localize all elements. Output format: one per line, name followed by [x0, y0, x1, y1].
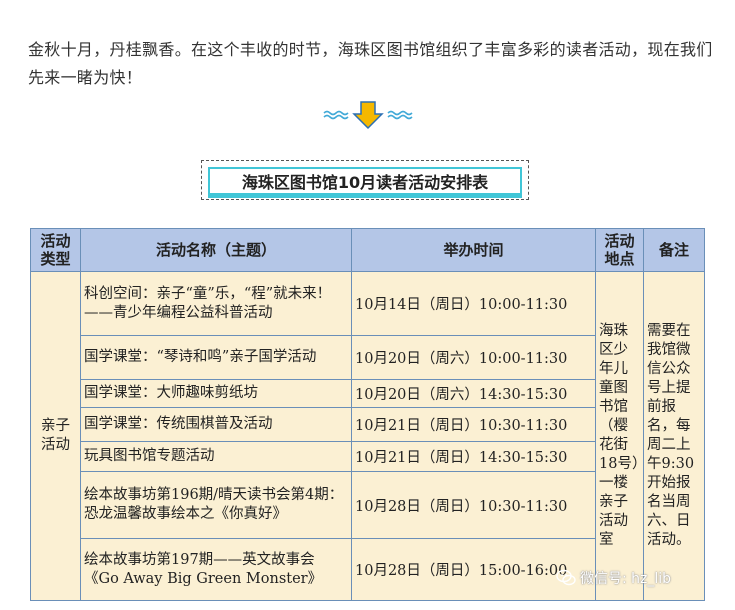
header-note: 备注: [643, 228, 705, 272]
intro-paragraph: 金秋十月，丹桂飘香。在这个丰收的时节，海珠区图书馆组织了丰富多彩的读者活动，现在…: [28, 40, 713, 87]
activity-name-cell: 科创空间：亲子“童”乐，“程”就未来！——青少年编程公益科普活动: [80, 271, 352, 336]
wechat-icon: [556, 569, 576, 586]
activity-place-cell: 海珠区少年儿童图书馆（樱花街18号）一楼亲子活动室: [595, 271, 644, 601]
header-time: 举办时间: [351, 228, 596, 272]
header-place: 活动地点: [595, 228, 644, 272]
down-arrow-icon: [323, 101, 413, 130]
activity-name-cell: 绘本故事坊第196期/晴天读书会第4期：恐龙温馨故事绘本之《你真好》: [80, 471, 352, 539]
wechat-watermark: 微信号: hz_lib: [556, 568, 671, 588]
activity-name-cell: 国学课堂：“琴诗和鸣”亲子国学活动: [80, 335, 352, 380]
activity-name-cell: 绘本故事坊第197期——英文故事会《Go Away Big Green Mons…: [80, 538, 352, 601]
activity-schedule-table: 活动类型 活动名称（主题） 举办时间 活动地点 备注 亲子活动 科创空间：亲子“…: [30, 228, 705, 601]
activity-name-cell: 国学课堂：大师趣味剪纸坊: [80, 379, 352, 408]
header-activity-type: 活动类型: [30, 228, 81, 272]
down-arrow-divider: [322, 99, 414, 131]
table-row: 亲子活动 科创空间：亲子“童”乐，“程”就未来！——青少年编程公益科普活动 10…: [30, 271, 705, 601]
table-title-box: 海珠区图书馆10月读者活动安排表: [201, 160, 529, 200]
activity-type-cell: 亲子活动: [30, 271, 81, 601]
activity-note-cell: 需要在我馆微信公众号上提前报名，每周二上午9:30开始报名当周六、日活动。: [643, 271, 705, 601]
activity-name-cell: 国学课堂：传统围棋普及活动: [80, 407, 352, 442]
activity-time-cell: 10月21日（周日）10:30-11:30: [351, 407, 596, 442]
table-header-row: 活动类型 活动名称（主题） 举办时间 活动地点 备注: [30, 228, 705, 272]
header-activity-name: 活动名称（主题）: [80, 228, 352, 272]
activity-time-cell: 10月20日（周六）10:00-11:30: [351, 335, 596, 380]
activity-name-cell: 玩具图书馆专题活动: [80, 441, 352, 472]
activity-time-cell: 10月28日（周日）10:30-11:30: [351, 471, 596, 539]
watermark-text: 微信号: hz_lib: [580, 571, 672, 587]
activity-time-cell: 10月20日（周六）14:30-15:30: [351, 379, 596, 408]
table-title: 海珠区图书馆10月读者活动安排表: [208, 167, 522, 195]
activity-time-cell: 10月21日（周日）14:30-15:30: [351, 441, 596, 472]
activity-time-cell: 10月14日（周日）10:00-11:30: [351, 271, 596, 336]
